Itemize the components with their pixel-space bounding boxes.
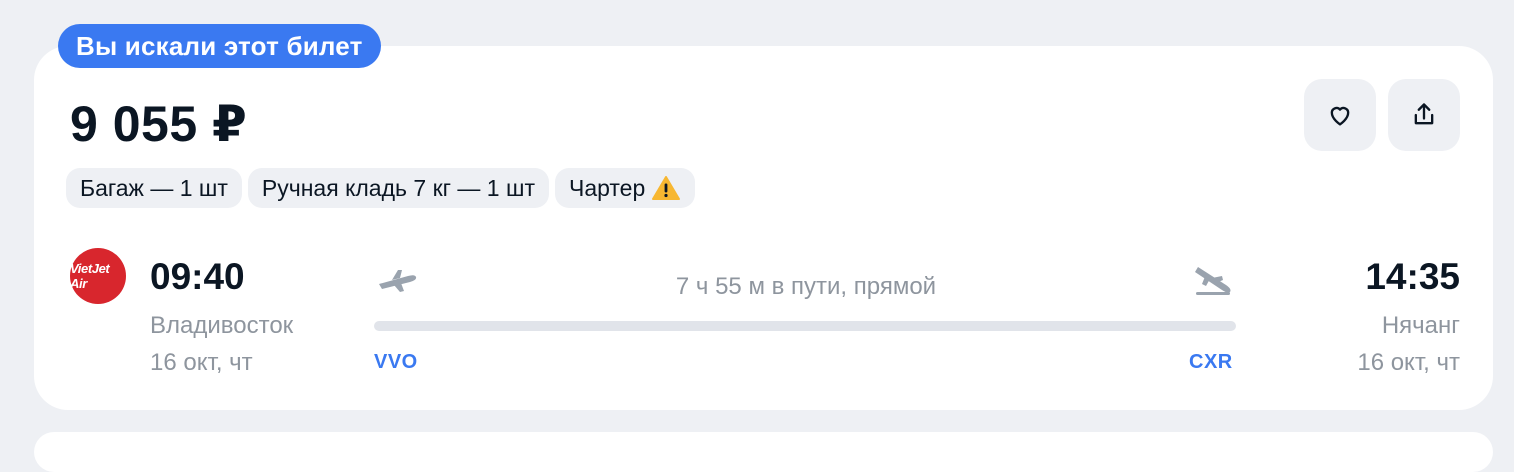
heart-icon — [1330, 106, 1350, 126]
share-button[interactable] — [1388, 79, 1460, 151]
ticket-tags: Багаж — 1 шт Ручная кладь 7 кг — 1 шт Ча… — [66, 168, 696, 208]
departure-city: Владивосток — [150, 312, 294, 339]
tag-hand-luggage: Ручная кладь 7 кг — 1 шт — [247, 168, 549, 208]
share-icon — [1414, 103, 1434, 125]
warning-icon — [652, 176, 681, 200]
airline-logo: VietJet Air — [70, 248, 126, 304]
route-progress-track — [374, 321, 1236, 331]
tag-baggage-label: Багаж — 1 шт — [80, 175, 228, 201]
departure-airport-code[interactable]: VVO — [374, 351, 418, 374]
flight-duration: 7 ч 55 м в пути, прямой — [675, 273, 937, 300]
tag-charter[interactable]: Чартер — [554, 168, 696, 208]
ticket-price: 9 055 ₽ — [70, 96, 248, 152]
favorite-button[interactable] — [1304, 79, 1376, 151]
arrival-plane-icon — [1195, 267, 1231, 295]
tag-baggage: Багаж — 1 шт — [66, 168, 242, 208]
tag-hand-luggage-label: Ручная кладь 7 кг — 1 шт — [261, 175, 535, 201]
tag-charter-label: Чартер — [568, 175, 646, 201]
searched-ticket-badge: Вы искали этот билет — [58, 24, 381, 68]
arrival-date: 16 окт, чт — [1357, 349, 1460, 376]
next-ticket-card[interactable] — [34, 432, 1493, 472]
ticket-card[interactable] — [34, 46, 1493, 410]
departure-date: 16 окт, чт — [150, 349, 253, 376]
departure-time: 09:40 — [150, 256, 245, 297]
arrival-airport-code[interactable]: CXR — [1189, 351, 1233, 374]
arrival-city: Нячанг — [1381, 312, 1460, 339]
arrival-time: 14:35 — [1365, 256, 1460, 297]
